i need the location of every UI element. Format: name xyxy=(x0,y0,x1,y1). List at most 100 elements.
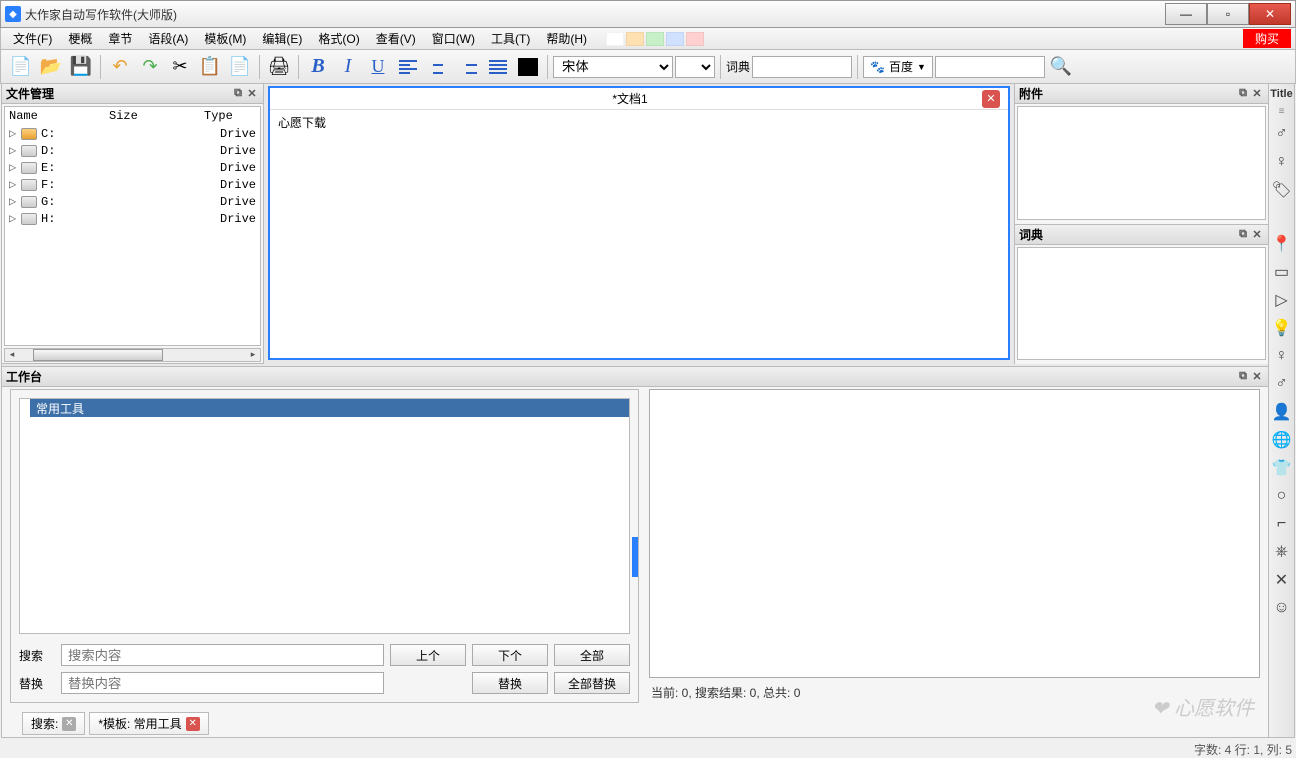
close-panel-icon[interactable]: ✕ xyxy=(1250,228,1264,242)
menu-chapter[interactable]: 章节 xyxy=(100,28,140,49)
menu-help[interactable]: 帮助(H) xyxy=(538,28,595,49)
drive-row[interactable]: ▷F:Drive xyxy=(5,176,260,193)
close-button[interactable]: ✕ xyxy=(1249,3,1291,25)
globe-icon[interactable]: 🌐 xyxy=(1271,429,1293,451)
replace-input[interactable] xyxy=(61,672,384,694)
male-icon[interactable]: ♂ xyxy=(1271,123,1293,145)
workbench-tool-area[interactable]: 常用工具 xyxy=(19,398,630,634)
paste-icon[interactable]: 📄 xyxy=(226,53,254,81)
color-white[interactable] xyxy=(606,32,624,46)
close-tab-icon[interactable]: ✕ xyxy=(62,717,76,731)
menu-outline[interactable]: 梗概 xyxy=(60,28,100,49)
right-sidebar: Title ≡ ♂ ♀ 🏷 📍 ▭ ▷ 💡 ♀ ♂ 👤 🌐 👕 ○ ⌐ ⎈ ✕ … xyxy=(1268,84,1294,737)
redo-icon[interactable]: ↷ xyxy=(136,53,164,81)
color-blue[interactable] xyxy=(666,32,684,46)
new-file-icon[interactable]: 📄 xyxy=(7,53,35,81)
underline-icon[interactable]: U xyxy=(364,53,392,81)
horizontal-scrollbar[interactable]: ◂▸ xyxy=(4,348,261,362)
web-search-input[interactable] xyxy=(935,56,1045,78)
drive-row[interactable]: ▷E:Drive xyxy=(5,159,260,176)
bottom-tab-template[interactable]: *模板: 常用工具 ✕ xyxy=(89,712,208,735)
buy-button[interactable]: 购买 xyxy=(1243,29,1291,48)
menu-tools[interactable]: 工具(T) xyxy=(483,28,538,49)
search-engine-select[interactable]: 🐾百度▼ xyxy=(863,56,933,78)
play-icon[interactable]: ▷ xyxy=(1271,289,1293,311)
workbench-tab[interactable]: 常用工具 xyxy=(30,399,629,417)
save-icon[interactable]: 💾 xyxy=(67,53,95,81)
shirt-icon[interactable]: 👕 xyxy=(1271,457,1293,479)
location-icon[interactable]: 📍 xyxy=(1271,233,1293,255)
bulb-icon[interactable]: 💡 xyxy=(1271,317,1293,339)
drive-row[interactable]: ▷D:Drive xyxy=(5,142,260,159)
mars-icon[interactable]: ♂ xyxy=(1271,373,1293,395)
workbench-result-box[interactable] xyxy=(649,389,1260,678)
next-button[interactable]: 下个 xyxy=(472,644,548,666)
editor-content[interactable]: 心愿下载 xyxy=(270,110,1008,135)
minimize-button[interactable]: — xyxy=(1165,3,1207,25)
color-pink[interactable] xyxy=(686,32,704,46)
undo-icon[interactable]: ↶ xyxy=(106,53,134,81)
italic-icon[interactable]: I xyxy=(334,53,362,81)
replace-button[interactable]: 替换 xyxy=(472,672,548,694)
color-peach[interactable] xyxy=(626,32,644,46)
title-bar: ◆ 大作家自动写作软件(大师版) — ▫ ✕ xyxy=(0,0,1296,28)
attachment-list[interactable] xyxy=(1017,106,1266,220)
face-icon[interactable]: ☺ xyxy=(1271,597,1293,619)
menu-format[interactable]: 格式(O) xyxy=(310,28,367,49)
col-size: Size xyxy=(109,109,204,123)
drive-row[interactable]: ▷G:Drive xyxy=(5,193,260,210)
align-right-icon[interactable] xyxy=(454,53,482,81)
close-tab-icon[interactable]: ✕ xyxy=(186,717,200,731)
color-picker-icon[interactable] xyxy=(514,53,542,81)
cut-icon[interactable]: ✂ xyxy=(166,53,194,81)
menu-file[interactable]: 文件(F) xyxy=(5,28,60,49)
drive-row[interactable]: ▷H:Drive xyxy=(5,210,260,227)
align-center-icon[interactable] xyxy=(424,53,452,81)
align-left-icon[interactable] xyxy=(394,53,422,81)
detach-icon[interactable]: ⧉ xyxy=(231,87,245,101)
female-icon[interactable]: ♀ xyxy=(1271,151,1293,173)
font-select[interactable]: 宋体 xyxy=(553,56,673,78)
dict-input[interactable] xyxy=(752,56,852,78)
menu-edit[interactable]: 编辑(E) xyxy=(254,28,310,49)
bottom-tab-search[interactable]: 搜索: ✕ xyxy=(22,712,85,735)
detach-icon[interactable]: ⧉ xyxy=(1236,87,1250,101)
bold-icon[interactable]: B xyxy=(304,53,332,81)
align-justify-icon[interactable] xyxy=(484,53,512,81)
menu-template[interactable]: 模板(M) xyxy=(196,28,254,49)
close-panel-icon[interactable]: ✕ xyxy=(1250,370,1264,384)
search-icon[interactable]: 🔍 xyxy=(1047,53,1075,81)
venus-icon[interactable]: ♀ xyxy=(1271,345,1293,367)
splitter[interactable] xyxy=(632,537,638,577)
maximize-button[interactable]: ▫ xyxy=(1207,3,1249,25)
document-icon[interactable]: ▭ xyxy=(1271,261,1293,283)
color-green[interactable] xyxy=(646,32,664,46)
editor-panel: *文档1 ✕ 心愿下载 xyxy=(266,84,1012,364)
all-button[interactable]: 全部 xyxy=(554,644,630,666)
close-panel-icon[interactable]: ✕ xyxy=(245,87,259,101)
font-size-select[interactable] xyxy=(675,56,715,78)
replace-all-button[interactable]: 全部替换 xyxy=(554,672,630,694)
menu-window[interactable]: 窗口(W) xyxy=(424,28,483,49)
menu-view[interactable]: 查看(V) xyxy=(368,28,424,49)
search-input[interactable] xyxy=(61,644,384,666)
person-icon[interactable]: 👤 xyxy=(1271,401,1293,423)
circle-icon[interactable]: ○ xyxy=(1271,485,1293,507)
prev-button[interactable]: 上个 xyxy=(390,644,466,666)
file-tree[interactable]: Name Size Type ▷C:Drive ▷D:Drive ▷E:Driv… xyxy=(4,106,261,346)
detach-icon[interactable]: ⧉ xyxy=(1236,228,1250,242)
editor-close-icon[interactable]: ✕ xyxy=(982,90,1000,108)
cross-icon[interactable]: ✕ xyxy=(1271,569,1293,591)
menu-paragraph[interactable]: 语段(A) xyxy=(140,28,196,49)
wheel-icon[interactable]: ⎈ xyxy=(1271,541,1293,563)
detach-icon[interactable]: ⧉ xyxy=(1236,370,1250,384)
close-panel-icon[interactable]: ✕ xyxy=(1250,87,1264,101)
print-icon[interactable]: 🖨 xyxy=(265,53,293,81)
col-type: Type xyxy=(204,109,256,123)
dictionary-content[interactable] xyxy=(1017,247,1266,360)
stairs-icon[interactable]: ⌐ xyxy=(1271,513,1293,535)
open-file-icon[interactable]: 📂 xyxy=(37,53,65,81)
copy-icon[interactable]: 📋 xyxy=(196,53,224,81)
drive-row[interactable]: ▷C:Drive xyxy=(5,125,260,142)
tag-icon[interactable]: 🏷 xyxy=(1271,179,1293,201)
